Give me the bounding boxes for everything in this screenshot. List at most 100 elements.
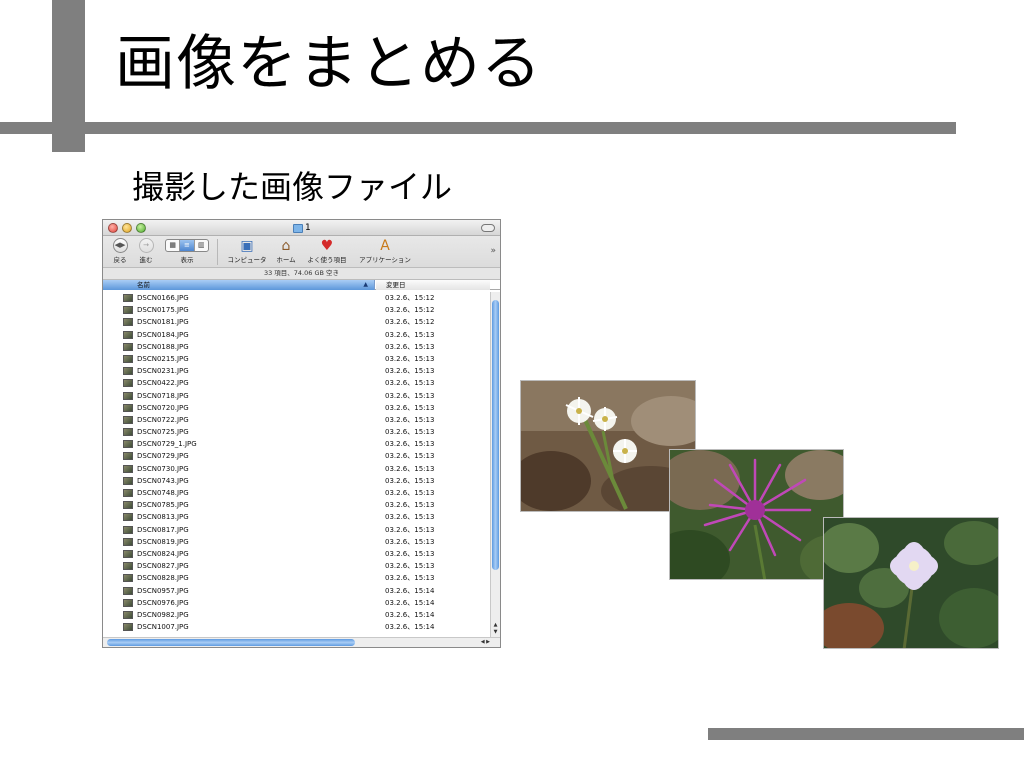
file-date: 03.2.6、15:12 (385, 318, 435, 327)
file-row[interactable]: DSCN0175.JPG 03.2.6、15:12 (103, 304, 489, 316)
file-row[interactable]: DSCN0181.JPG 03.2.6、15:12 (103, 316, 489, 328)
file-row[interactable]: DSCN0748.JPG 03.2.6、15:13 (103, 487, 489, 499)
file-row[interactable]: DSCN0785.JPG 03.2.6、15:13 (103, 499, 489, 511)
date-column-label: 変更日 (386, 281, 406, 289)
image-file-icon (123, 562, 133, 571)
flower-photo-purple (669, 449, 844, 580)
file-date: 03.2.6、15:13 (385, 562, 435, 571)
applications-button[interactable]: A アプリケーション (353, 238, 417, 264)
file-row[interactable]: DSCN0184.JPG 03.2.6、15:13 (103, 329, 489, 341)
file-date: 03.2.6、15:14 (385, 586, 435, 595)
finder-toolbar: ◀▶ 戻る → 進む ▦ ≡ ▥ 表示 ▣ コンピュータ ⌂ ホーム ♥ よく使… (103, 236, 500, 268)
file-row[interactable]: DSCN0725.JPG 03.2.6、15:13 (103, 426, 489, 438)
file-date: 03.2.6、15:13 (385, 452, 435, 461)
file-date: 03.2.6、15:13 (385, 415, 435, 424)
file-date: 03.2.6、15:13 (385, 513, 435, 522)
home-label: ホーム (276, 256, 296, 264)
computer-button[interactable]: ▣ コンピュータ (223, 238, 271, 264)
image-file-icon (123, 294, 133, 302)
file-row[interactable]: DSCN0166.JPG 03.2.6、15:12 (103, 292, 489, 304)
file-date: 03.2.6、15:13 (385, 525, 435, 534)
image-file-icon (123, 379, 133, 388)
file-row[interactable]: DSCN0231.JPG 03.2.6、15:13 (103, 365, 489, 377)
image-file-icon (123, 610, 133, 619)
icon-view-icon[interactable]: ▦ (166, 240, 181, 251)
toolbar-toggle-button[interactable] (481, 224, 495, 232)
file-row[interactable]: DSCN0819.JPG 03.2.6、15:13 (103, 536, 489, 548)
file-name: DSCN0957.JPG (137, 586, 189, 595)
file-row[interactable]: DSCN0718.JPG 03.2.6、15:13 (103, 390, 489, 402)
file-row[interactable]: DSCN0729.JPG 03.2.6、15:13 (103, 450, 489, 462)
horizontal-scroll-arrows[interactable]: ◀ ▶ (481, 638, 490, 647)
file-date: 03.2.6、15:13 (385, 489, 435, 497)
view-button[interactable]: ▦ ≡ ▥ 表示 (161, 238, 213, 264)
file-name: DSCN0166.JPG (137, 294, 189, 302)
list-view-icon[interactable]: ≡ (180, 240, 195, 251)
file-name: DSCN0817.JPG (137, 525, 189, 534)
date-column-header[interactable]: 変更日 (376, 280, 490, 290)
finder-window: 1 ◀▶ 戻る → 進む ▦ ≡ ▥ 表示 ▣ コンピュータ ⌂ ホーム ♥ よ… (102, 219, 501, 648)
back-label: 戻る (113, 256, 127, 264)
footer-bar (708, 728, 1024, 740)
minimize-window-button[interactable] (122, 223, 132, 233)
vertical-scrollbar[interactable]: ▲ ▼ (490, 292, 500, 637)
file-row[interactable]: DSCN0828.JPG 03.2.6、15:13 (103, 572, 489, 584)
file-row[interactable]: DSCN0957.JPG 03.2.6、15:14 (103, 585, 489, 597)
vertical-scroll-arrows[interactable]: ▲ ▼ (491, 622, 500, 636)
window-titlebar[interactable]: 1 (103, 220, 500, 236)
column-view-icon[interactable]: ▥ (195, 240, 208, 251)
home-button[interactable]: ⌂ ホーム (273, 238, 299, 264)
file-row[interactable]: DSCN0729_1.JPG 03.2.6、15:13 (103, 438, 489, 450)
file-row[interactable]: DSCN0982.JPG 03.2.6、15:14 (103, 609, 489, 621)
image-file-icon (123, 476, 133, 485)
view-label: 表示 (180, 256, 194, 264)
image-file-icon (123, 623, 133, 632)
title-underline-bar (0, 122, 956, 134)
file-row[interactable]: DSCN0720.JPG 03.2.6、15:13 (103, 402, 489, 414)
forward-button[interactable]: → 進む (135, 238, 157, 264)
zoom-window-button[interactable] (136, 223, 146, 233)
file-row[interactable]: DSCN0976.JPG 03.2.6、15:14 (103, 597, 489, 609)
file-row[interactable]: DSCN0215.JPG 03.2.6、15:13 (103, 353, 489, 365)
window-title-text: 1 (305, 223, 311, 233)
file-row[interactable]: DSCN0817.JPG 03.2.6、15:13 (103, 524, 489, 536)
name-column-label: 名前 (137, 281, 150, 289)
file-name: DSCN0215.JPG (137, 354, 189, 363)
file-row[interactable]: DSCN0730.JPG 03.2.6、15:13 (103, 463, 489, 475)
file-name: DSCN0827.JPG (137, 562, 189, 571)
file-row[interactable]: DSCN0422.JPG 03.2.6、15:13 (103, 377, 489, 389)
image-file-icon (123, 513, 133, 522)
horizontal-scroll-thumb[interactable] (107, 639, 355, 646)
file-name: DSCN0730.JPG (137, 464, 189, 473)
file-row[interactable]: DSCN0824.JPG 03.2.6、15:13 (103, 548, 489, 560)
file-date: 03.2.6、15:13 (385, 391, 435, 400)
close-window-button[interactable] (108, 223, 118, 233)
file-row[interactable]: DSCN0813.JPG 03.2.6、15:13 (103, 511, 489, 523)
image-file-icon (123, 549, 133, 558)
name-column-header[interactable]: 名前 ▲ (103, 280, 375, 290)
status-bar: 33 項目、74.06 GB 空き (103, 268, 500, 280)
view-mode-control[interactable]: ▦ ≡ ▥ (165, 239, 209, 252)
toolbar-overflow-icon[interactable]: » (490, 246, 496, 256)
file-date: 03.2.6、15:13 (385, 403, 435, 412)
favorites-button[interactable]: ♥ よく使う項目 (305, 238, 349, 264)
window-title: 1 (293, 222, 311, 234)
file-date: 03.2.6、15:14 (385, 598, 435, 607)
vertical-scroll-thumb[interactable] (492, 300, 499, 570)
computer-icon: ▣ (240, 238, 254, 254)
file-name: DSCN0813.JPG (137, 513, 189, 522)
file-date: 03.2.6、15:13 (385, 367, 435, 376)
back-button[interactable]: ◀▶ 戻る (109, 238, 131, 264)
applications-label: アプリケーション (359, 256, 411, 264)
file-row[interactable]: DSCN0722.JPG 03.2.6、15:13 (103, 414, 489, 426)
file-name: DSCN0718.JPG (137, 391, 189, 400)
file-row[interactable]: DSCN0827.JPG 03.2.6、15:13 (103, 560, 489, 572)
file-row[interactable]: DSCN0743.JPG 03.2.6、15:13 (103, 475, 489, 487)
file-name: DSCN0976.JPG (137, 598, 189, 607)
file-date: 03.2.6、15:13 (385, 549, 435, 558)
file-date: 03.2.6、15:12 (385, 306, 435, 315)
forward-label: 進む (139, 256, 153, 264)
file-row[interactable]: DSCN0188.JPG 03.2.6、15:13 (103, 341, 489, 353)
horizontal-scrollbar[interactable]: ◀ ▶ (103, 637, 500, 647)
file-row[interactable]: DSCN1007.JPG 03.2.6、15:14 (103, 621, 489, 633)
